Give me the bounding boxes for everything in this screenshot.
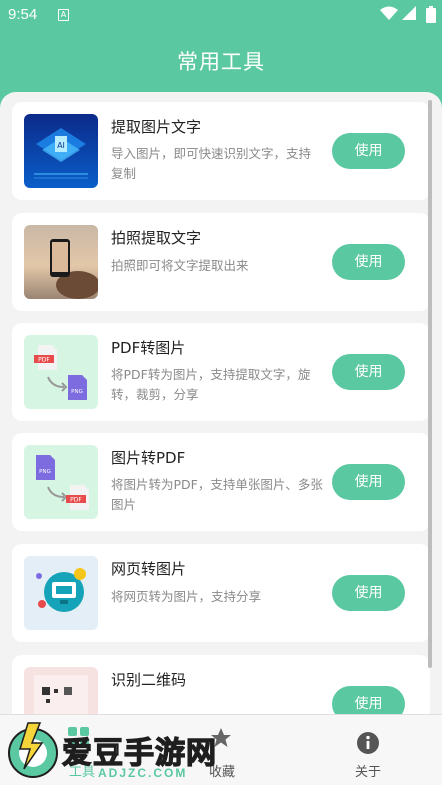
info-icon — [357, 732, 379, 754]
tool-description: 拍照即可将文字提取出来 — [111, 258, 249, 273]
wifi-icon — [380, 6, 398, 20]
use-button[interactable]: 使用 — [332, 354, 405, 390]
status-time: 9:54 — [8, 6, 38, 23]
tool-title: 图片转PDF — [111, 449, 186, 467]
tool-title: 拍照提取文字 — [111, 229, 202, 247]
watermark-logo-icon — [8, 722, 58, 778]
tool-card-image-to-pdf[interactable]: PNG PDF 图片转PDF 将图片转为PDF，支持单张图片、多张图片 使用 — [12, 433, 430, 531]
svg-text:AI: AI — [57, 141, 65, 150]
use-button[interactable]: 使用 — [332, 244, 405, 280]
tool-card-qrcode[interactable]: 识别二维码 使用 — [12, 655, 430, 714]
tool-description: 将图片转为PDF，支持单张图片、多张图片 — [111, 477, 323, 512]
svg-text:PNG: PNG — [39, 469, 51, 475]
tool-title: 网页转图片 — [111, 560, 187, 578]
svg-text:PDF: PDF — [38, 357, 50, 364]
nav-about[interactable]: 关于 — [348, 715, 388, 785]
svg-text:PNG: PNG — [71, 389, 83, 395]
qrcode-icon — [24, 667, 98, 714]
use-button[interactable]: 使用 — [332, 133, 405, 169]
tool-card-pdf-to-image[interactable]: PDF PNG PDF转图片 将PDF转为图片，支持提取文字，旋转，裁剪，分享 … — [12, 323, 430, 421]
tool-title: PDF转图片 — [111, 339, 186, 357]
use-button[interactable]: 使用 — [332, 575, 405, 611]
battery-icon — [426, 6, 436, 23]
tool-title: 提取图片文字 — [111, 118, 202, 136]
chip-ai-icon: AI — [24, 114, 98, 188]
camera-photo-icon — [24, 225, 98, 299]
tool-card-photo-ocr[interactable]: 拍照提取文字 拍照即可将文字提取出来 使用 — [12, 213, 430, 311]
notification-a-icon: A — [58, 9, 69, 21]
tool-title: 识别二维码 — [111, 671, 187, 689]
png-to-pdf-icon: PNG PDF — [24, 445, 98, 519]
tool-list[interactable]: AI 提取图片文字 导入图片，即可快速识别文字，支持复制 使用 拍照提取文字 拍… — [0, 92, 442, 714]
status-bar: 9:54 A — [0, 0, 442, 30]
use-button[interactable]: 使用 — [332, 686, 405, 714]
webpage-icon — [24, 556, 98, 630]
tool-card-ocr-image[interactable]: AI 提取图片文字 导入图片，即可快速识别文字，支持复制 使用 — [12, 102, 430, 200]
signal-icon — [402, 6, 416, 20]
tool-description: 将网页转为图片，支持分享 — [111, 589, 262, 604]
tool-description: 导入图片，即可快速识别文字，支持复制 — [111, 146, 312, 181]
watermark-url: ADJZC.COM — [98, 766, 188, 780]
use-button[interactable]: 使用 — [332, 464, 405, 500]
page-title: 常用工具 — [177, 50, 265, 74]
tool-description: 将PDF转为图片，支持提取文字，旋转，裁剪，分享 — [111, 367, 311, 402]
svg-text:PDF: PDF — [70, 497, 82, 504]
pdf-to-png-icon: PDF PNG — [24, 335, 98, 409]
tool-card-webpage-to-image[interactable]: 网页转图片 将网页转为图片，支持分享 使用 — [12, 544, 430, 642]
scrollbar[interactable] — [428, 100, 432, 668]
nav-label-about: 关于 — [354, 765, 381, 780]
